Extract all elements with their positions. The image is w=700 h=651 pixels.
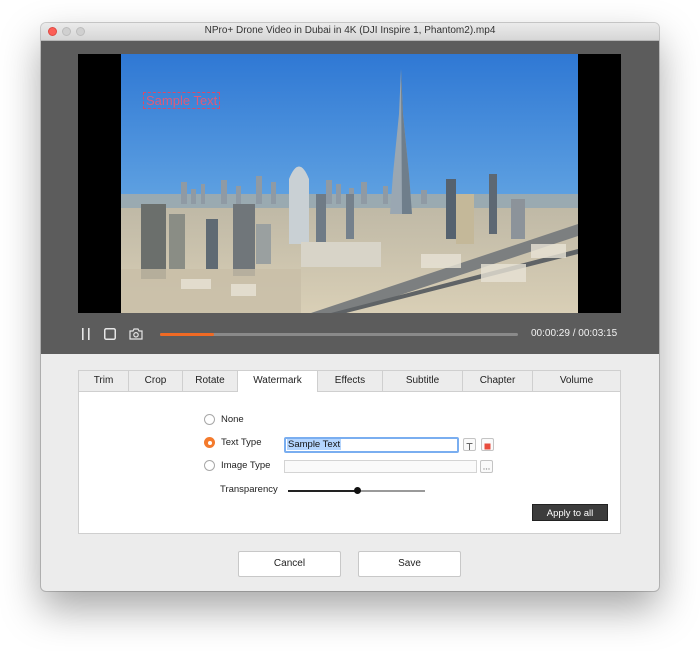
transparency-slider[interactable] — [288, 487, 425, 494]
apply-to-all-button[interactable]: Apply to all — [532, 504, 608, 521]
radio-image-type[interactable] — [204, 460, 215, 471]
camera-icon — [129, 328, 143, 340]
watermark-image-path-input[interactable] — [284, 460, 477, 473]
tab-subtitle[interactable]: Subtitle — [383, 371, 463, 391]
watermark-text-value: Sample Text — [287, 439, 342, 450]
color-swatch-icon — [484, 443, 491, 450]
save-button[interactable]: Save — [358, 551, 461, 577]
font-button[interactable] — [463, 438, 476, 451]
time-readout: 00:00:29 / 00:03:15 — [531, 328, 617, 339]
cancel-button[interactable]: Cancel — [238, 551, 341, 577]
editor-window: NPro+ Drone Video in Dubai in 4K (DJI In… — [41, 23, 659, 591]
option-text-type-label: Text Type — [221, 437, 262, 448]
current-time: 00:00:29 — [531, 328, 570, 339]
tab-volume[interactable]: Volume — [533, 371, 620, 391]
tab-chapter[interactable]: Chapter — [463, 371, 533, 391]
tab-trim[interactable]: Trim — [79, 371, 129, 391]
transparency-slider-knob[interactable] — [353, 487, 361, 494]
snapshot-button[interactable] — [129, 327, 143, 345]
edit-panel: Trim Crop Rotate Watermark Effects Subti… — [78, 370, 621, 534]
pause-button[interactable] — [81, 327, 91, 345]
progress-fill — [160, 333, 214, 336]
stop-button[interactable] — [104, 327, 116, 345]
window-title: NPro+ Drone Video in Dubai in 4K (DJI In… — [204, 25, 496, 36]
video-viewport: Sample Text — [78, 54, 621, 313]
transparency-slider-fill — [288, 490, 357, 492]
video-player: Sample Text 00:00:29 / 00:03:15 — [41, 41, 659, 354]
edit-tabs: Trim Crop Rotate Watermark Effects Subti… — [79, 371, 620, 392]
option-none-label: None — [221, 414, 244, 425]
stop-icon — [104, 328, 116, 340]
option-image-type-label: Image Type — [221, 460, 271, 471]
title-bar: NPro+ Drone Video in Dubai in 4K (DJI In… — [41, 23, 659, 41]
tab-watermark[interactable]: Watermark — [238, 371, 318, 392]
browse-image-button[interactable] — [480, 460, 493, 473]
text-color-button[interactable] — [481, 438, 494, 451]
ellipsis-icon — [483, 468, 490, 470]
pause-icon — [82, 328, 90, 340]
tab-crop[interactable]: Crop — [129, 371, 183, 391]
radio-none[interactable] — [204, 414, 215, 425]
tab-rotate[interactable]: Rotate — [183, 371, 238, 391]
watermark-text-input[interactable]: Sample Text — [284, 437, 459, 453]
playback-progress-bar[interactable] — [160, 333, 518, 336]
video-frame: Sample Text — [121, 54, 578, 313]
radio-text-type[interactable] — [204, 437, 215, 448]
watermark-preview[interactable]: Sample Text — [143, 92, 221, 109]
total-time: 00:03:15 — [578, 328, 618, 339]
text-font-icon — [466, 443, 473, 450]
transparency-label: Transparency — [220, 484, 278, 495]
tab-effects[interactable]: Effects — [318, 371, 383, 391]
